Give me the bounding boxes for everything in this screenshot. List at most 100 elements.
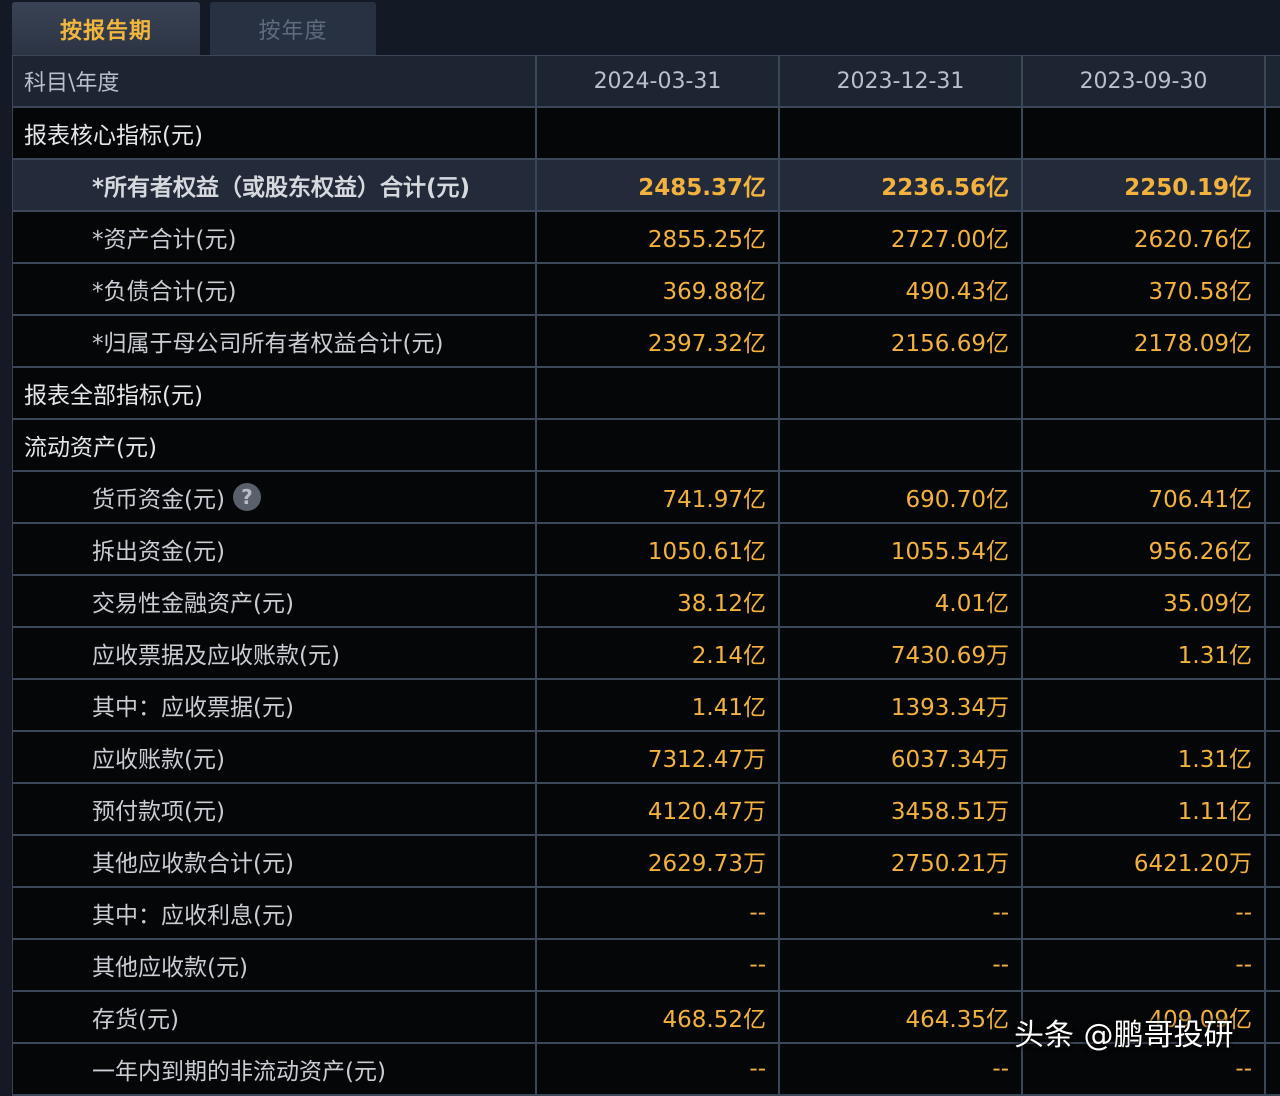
- table-row[interactable]: *负债合计(元) 369.88亿 490.43亿 370.58亿: [12, 264, 1280, 316]
- row-value: 7312.47万: [537, 732, 780, 782]
- table-row[interactable]: *所有者权益（或股东权益）合计(元) 2485.37亿 2236.56亿 225…: [12, 160, 1280, 212]
- table-row[interactable]: *归属于母公司所有者权益合计(元) 2397.32亿 2156.69亿 2178…: [12, 316, 1280, 368]
- row-value: 468.52亿: [537, 992, 780, 1042]
- overflow-cell: [1266, 576, 1280, 626]
- row-value: [537, 108, 780, 158]
- row-value: 2620.76亿: [1023, 212, 1266, 262]
- overflow-cell: [1266, 524, 1280, 574]
- overflow-cell: [1266, 212, 1280, 262]
- row-value: --: [1023, 888, 1266, 938]
- row-value: 4.01亿: [780, 576, 1023, 626]
- row-value: [1023, 680, 1266, 730]
- row-value: 2178.09亿: [1023, 316, 1266, 366]
- row-value: --: [537, 888, 780, 938]
- table-row[interactable]: 拆出资金(元) 1050.61亿 1055.54亿 956.26亿: [12, 524, 1280, 576]
- row-value: --: [780, 888, 1023, 938]
- row-value: 4120.47万: [537, 784, 780, 834]
- overflow-cell: [1266, 160, 1280, 210]
- header-date-2[interactable]: 2023-12-31: [780, 56, 1023, 106]
- row-value: 2.14亿: [537, 628, 780, 678]
- row-value: --: [1023, 940, 1266, 990]
- table-row[interactable]: 其中：应收票据(元) 1.41亿 1393.34万: [12, 680, 1280, 732]
- row-value: 956.26亿: [1023, 524, 1266, 574]
- row-label: *归属于母公司所有者权益合计(元): [12, 316, 537, 366]
- table-row[interactable]: 货币资金(元) ? 741.97亿 690.70亿 706.41亿: [12, 472, 1280, 524]
- table-row: 报表全部指标(元): [12, 368, 1280, 420]
- overflow-cell: [1266, 992, 1280, 1042]
- table-row[interactable]: *资产合计(元) 2855.25亿 2727.00亿 2620.76亿: [12, 212, 1280, 264]
- row-value: 38.12亿: [537, 576, 780, 626]
- header-date-1[interactable]: 2024-03-31: [537, 56, 780, 106]
- overflow-cell: [1266, 1044, 1280, 1094]
- row-value: 1.31亿: [1023, 732, 1266, 782]
- table-row[interactable]: 交易性金融资产(元) 38.12亿 4.01亿 35.09亿: [12, 576, 1280, 628]
- overflow-cell: [1266, 836, 1280, 886]
- table-row[interactable]: 其中：应收利息(元) -- -- --: [12, 888, 1280, 940]
- row-label: 一年内到期的非流动资产(元): [12, 1044, 537, 1094]
- row-value: [1023, 368, 1266, 418]
- row-value: 7430.69万: [780, 628, 1023, 678]
- row-value: 690.70亿: [780, 472, 1023, 522]
- row-label: 流动资产(元): [12, 420, 537, 470]
- overflow-cell: [1266, 628, 1280, 678]
- header-label: 科目\年度: [12, 56, 537, 106]
- tab-by-report-period[interactable]: 按报告期: [12, 2, 200, 55]
- row-label: *负债合计(元): [12, 264, 537, 314]
- row-value: --: [780, 1044, 1023, 1094]
- row-value: 2629.73万: [537, 836, 780, 886]
- row-value: 1.41亿: [537, 680, 780, 730]
- overflow-cell: [1266, 368, 1280, 418]
- row-value: [537, 420, 780, 470]
- row-label: 货币资金(元) ?: [12, 472, 537, 522]
- row-label: 拆出资金(元): [12, 524, 537, 574]
- overflow-cell: [1266, 108, 1280, 158]
- row-label: *资产合计(元): [12, 212, 537, 262]
- header-date-3[interactable]: 2023-09-30: [1023, 56, 1266, 106]
- row-label: 其他应收款(元): [12, 940, 537, 990]
- row-value: 369.88亿: [537, 264, 780, 314]
- row-label: 报表全部指标(元): [12, 368, 537, 418]
- row-label: 存货(元): [12, 992, 537, 1042]
- row-label: *所有者权益（或股东权益）合计(元): [12, 160, 537, 210]
- table-row: 流动资产(元): [12, 420, 1280, 472]
- table-row[interactable]: 其他应收款合计(元) 2629.73万 2750.21万 6421.20万: [12, 836, 1280, 888]
- overflow-cell: [1266, 732, 1280, 782]
- help-icon[interactable]: ?: [232, 483, 261, 511]
- row-value: 6421.20万: [1023, 836, 1266, 886]
- table-row[interactable]: 其他应收款(元) -- -- --: [12, 940, 1280, 992]
- row-value: 2485.37亿: [537, 160, 780, 210]
- row-value: 1.11亿: [1023, 784, 1266, 834]
- report-tabs: 按报告期 按年度: [0, 0, 1280, 55]
- row-label: 其中：应收利息(元): [12, 888, 537, 938]
- row-label-text: 货币资金(元): [92, 487, 225, 513]
- table-row[interactable]: 应收票据及应收账款(元) 2.14亿 7430.69万 1.31亿: [12, 628, 1280, 680]
- overflow-cell: [1266, 888, 1280, 938]
- table-header-row: 科目\年度 2024-03-31 2023-12-31 2023-09-30: [12, 56, 1280, 108]
- row-value: 2156.69亿: [780, 316, 1023, 366]
- overflow-cell: [1266, 420, 1280, 470]
- row-value: 3458.51万: [780, 784, 1023, 834]
- overflow-cell: [1266, 316, 1280, 366]
- overflow-cell: [1266, 472, 1280, 522]
- row-value: [1023, 420, 1266, 470]
- row-value: [1023, 108, 1266, 158]
- row-value: [780, 420, 1023, 470]
- overflow-cell: [1266, 940, 1280, 990]
- row-value: --: [537, 1044, 780, 1094]
- tab-by-year[interactable]: 按年度: [210, 2, 376, 55]
- table-row[interactable]: 预付款项(元) 4120.47万 3458.51万 1.11亿: [12, 784, 1280, 836]
- row-value: 1055.54亿: [780, 524, 1023, 574]
- row-value: --: [780, 940, 1023, 990]
- row-value: 706.41亿: [1023, 472, 1266, 522]
- row-value: 35.09亿: [1023, 576, 1266, 626]
- row-value: [780, 108, 1023, 158]
- row-value: 490.43亿: [780, 264, 1023, 314]
- row-value: 1.31亿: [1023, 628, 1266, 678]
- overflow-cell: [1266, 680, 1280, 730]
- watermark: 头条 @鹏哥投研: [1014, 1018, 1234, 1053]
- table-row[interactable]: 应收账款(元) 7312.47万 6037.34万 1.31亿: [12, 732, 1280, 784]
- row-label: 报表核心指标(元): [12, 108, 537, 158]
- row-value: --: [537, 940, 780, 990]
- row-label: 应收账款(元): [12, 732, 537, 782]
- row-value: 741.97亿: [537, 472, 780, 522]
